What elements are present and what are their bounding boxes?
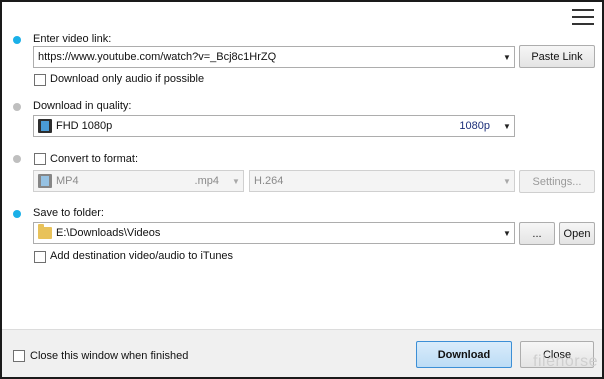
save-folder-label: Save to folder:	[33, 207, 104, 219]
app-window: Enter video link: https://www.youtube.co…	[0, 0, 604, 379]
itunes-checkbox[interactable]	[34, 251, 46, 263]
quality-label: Download in quality:	[33, 100, 132, 112]
format-select[interactable]: MP4 .mp4 ▼	[33, 170, 244, 192]
audio-only-checkbox[interactable]	[34, 74, 46, 86]
codec-value: H.264	[254, 175, 284, 187]
quality-tag: 1080p	[459, 120, 490, 132]
chevron-down-icon[interactable]: ▼	[500, 122, 514, 131]
video-link-input[interactable]: https://www.youtube.com/watch?v=_Bcj8c1H…	[33, 46, 515, 68]
chevron-down-icon[interactable]: ▼	[500, 53, 514, 62]
chevron-down-icon[interactable]: ▼	[500, 229, 514, 238]
watermark-logo: filehorse	[533, 353, 598, 370]
browse-button[interactable]: ...	[519, 222, 555, 245]
chevron-down-icon[interactable]: ▼	[500, 177, 514, 186]
video-link-label: Enter video link:	[33, 33, 112, 45]
codec-select[interactable]: H.264 ▼	[249, 170, 515, 192]
film-icon	[38, 119, 52, 133]
open-folder-button[interactable]: Open	[559, 222, 595, 245]
chevron-down-icon[interactable]: ▼	[229, 177, 243, 186]
video-link-value: https://www.youtube.com/watch?v=_Bcj8c1H…	[38, 51, 277, 63]
step-indicator-save	[13, 210, 21, 218]
step-indicator-link	[13, 36, 21, 44]
film-icon	[38, 174, 52, 188]
close-when-finished-label: Close this window when finished	[30, 350, 189, 362]
footer-bar: Close this window when finished Download…	[2, 329, 602, 377]
audio-only-label: Download only audio if possible	[50, 73, 205, 85]
paste-link-button[interactable]: Paste Link	[519, 45, 595, 68]
itunes-label: Add destination video/audio to iTunes	[50, 250, 234, 262]
step-indicator-convert	[13, 155, 21, 163]
convert-label: Convert to format:	[50, 153, 139, 165]
format-ext: .mp4	[194, 175, 219, 187]
settings-button[interactable]: Settings...	[519, 170, 595, 193]
quality-value: FHD 1080p	[56, 120, 113, 132]
close-when-finished-checkbox[interactable]	[13, 350, 25, 362]
quality-select[interactable]: FHD 1080p 1080p ▼	[33, 115, 515, 137]
format-value: MP4	[56, 175, 79, 187]
save-folder-select[interactable]: E:\Downloads\Videos ▼	[33, 222, 515, 244]
save-folder-value: E:\Downloads\Videos	[56, 227, 161, 239]
download-button[interactable]: Download	[416, 341, 512, 368]
convert-checkbox[interactable]	[34, 153, 46, 165]
hamburger-menu-icon[interactable]	[572, 9, 594, 25]
step-indicator-quality	[13, 103, 21, 111]
folder-icon	[38, 224, 52, 239]
